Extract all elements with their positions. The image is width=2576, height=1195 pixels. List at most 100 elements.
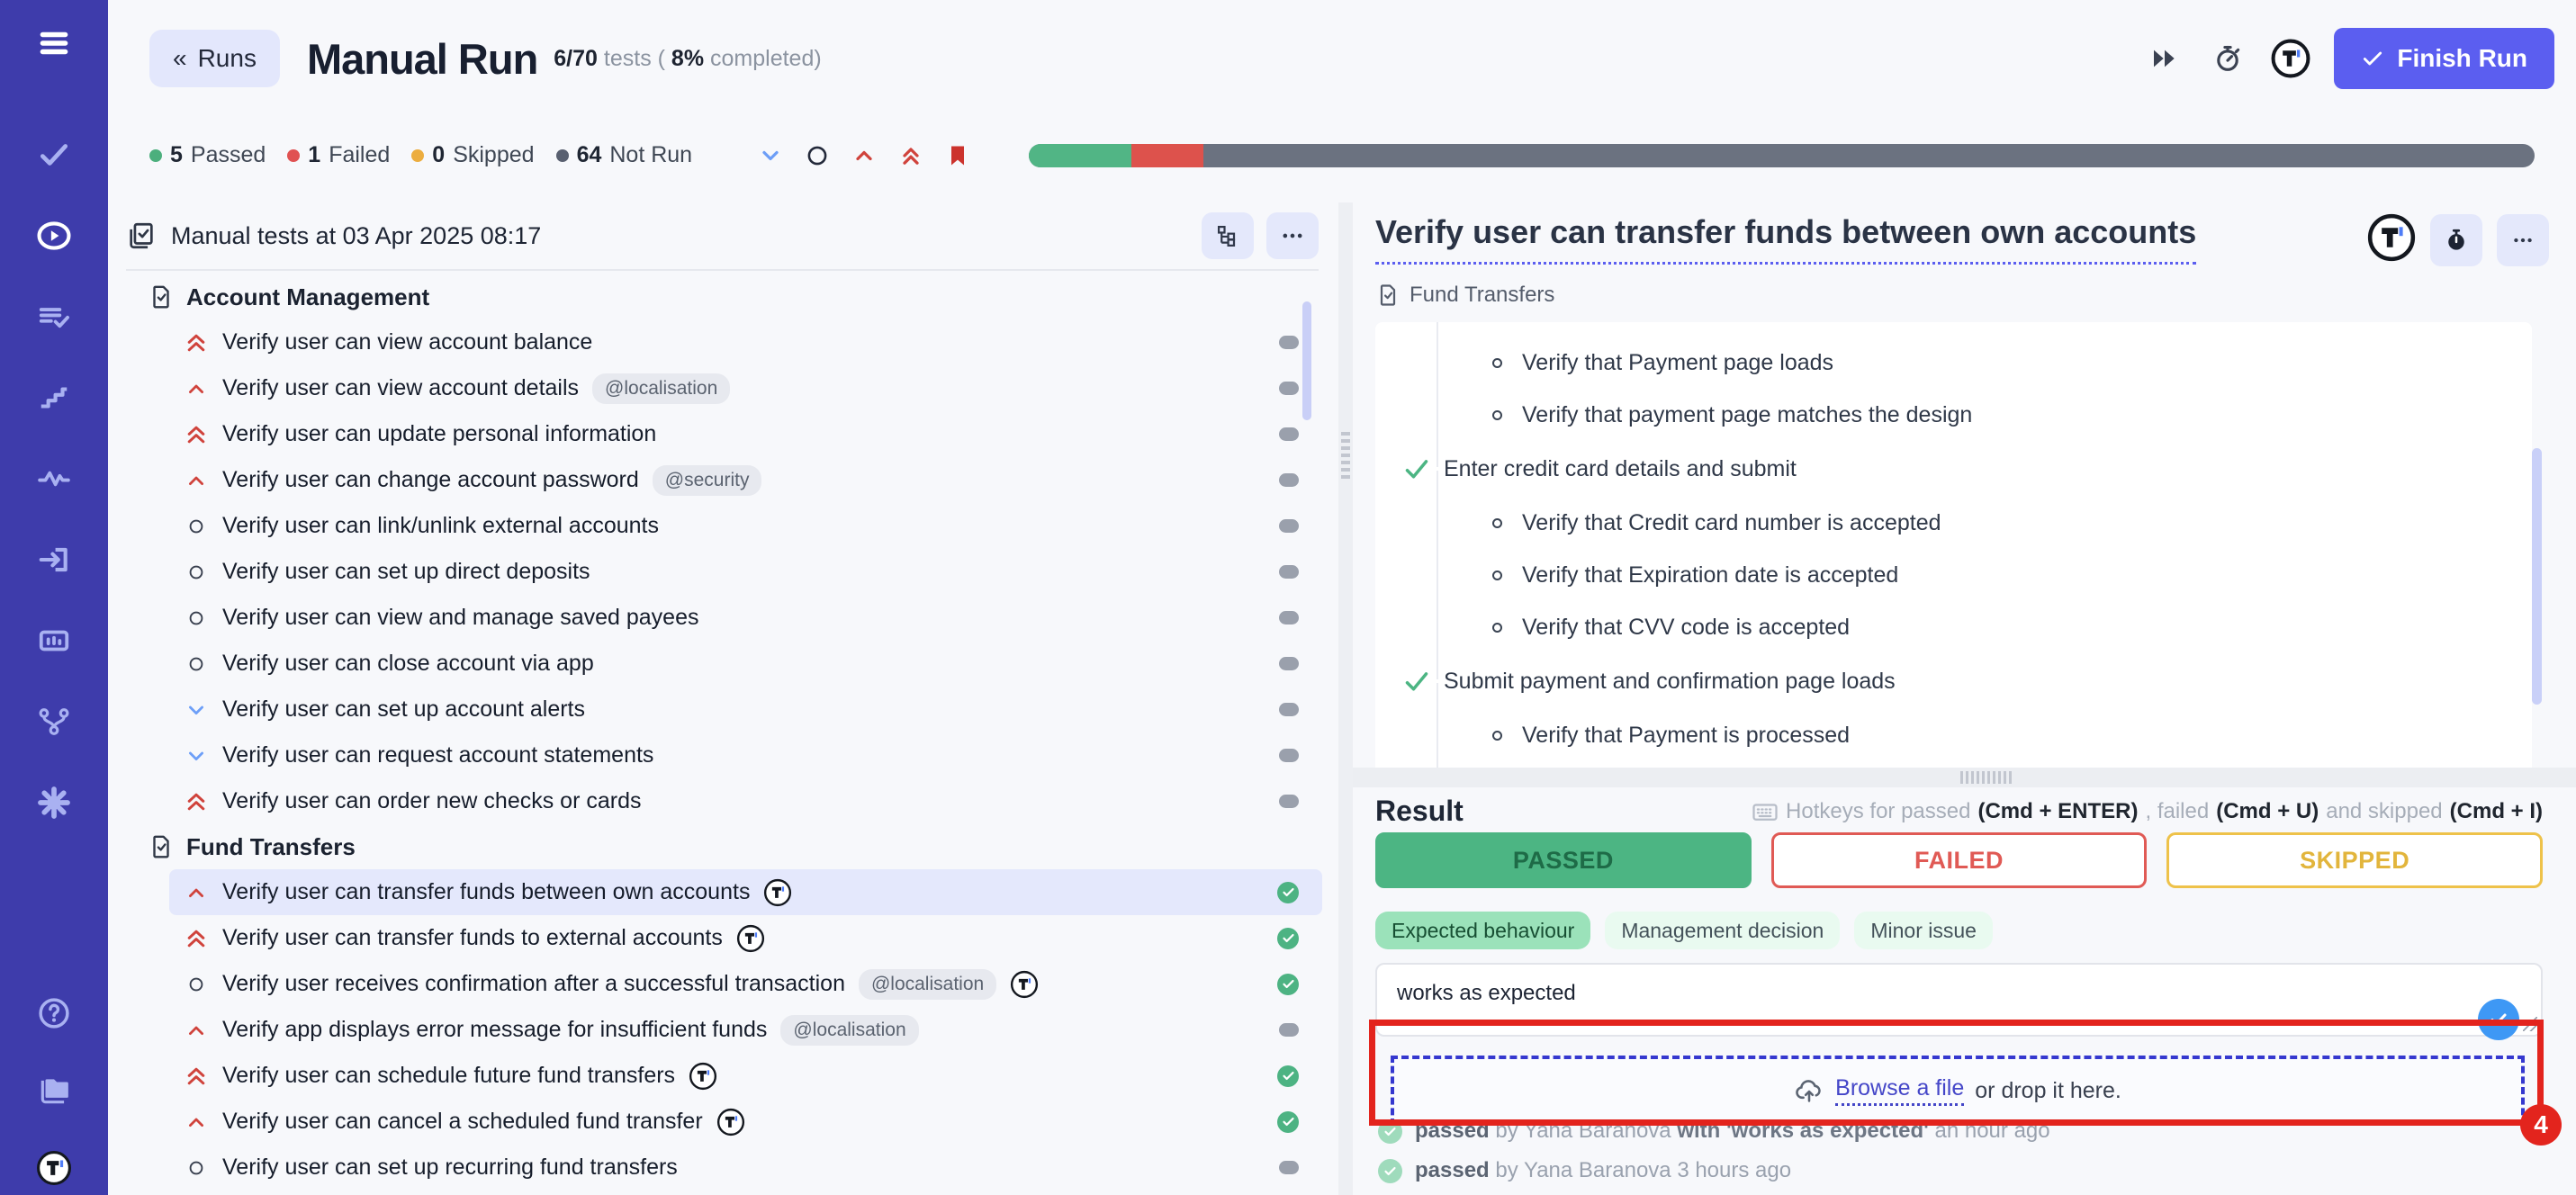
suite-section-row[interactable]: Fund Transfers [126,824,1338,869]
test-row[interactable]: Verify user can view and manage saved pa… [169,595,1322,641]
finish-run-button[interactable]: Finish Run [2334,28,2554,89]
test-row[interactable]: Verify user can close account via app [169,641,1322,687]
reports-icon[interactable] [34,621,74,660]
test-row[interactable]: Verify user can schedule future fund tra… [169,1053,1322,1099]
test-status-icon [1277,928,1299,949]
back-to-runs-button[interactable]: « Runs [149,30,280,87]
test-status-icon [1279,795,1299,808]
panel-divider-handle[interactable] [1341,432,1350,482]
substep-bullet-icon [1492,623,1502,633]
step-row[interactable]: Verify that Expiration date is accepted [1375,549,2532,601]
test-row[interactable]: Verify user can transfer funds to extern… [169,915,1322,961]
testomat-logo[interactable] [34,1148,74,1188]
bookmark-filter-icon[interactable] [944,142,971,169]
test-row[interactable]: Verify user can view account details @lo… [169,365,1322,411]
suite-section-row[interactable]: Account Management [126,274,1338,319]
step-row[interactable]: Verify that Payment is processed [1375,709,2532,761]
pulse-icon[interactable] [34,459,74,499]
detail-suite-breadcrumb[interactable]: Fund Transfers [1375,283,2576,308]
substep-bullet-icon [1492,518,1502,528]
steps-card: Verify that Payment page loads Verify th… [1375,322,2532,777]
testomat-header-logo[interactable] [2271,39,2310,78]
comment-chip[interactable]: Management decision [1605,912,1840,949]
test-row[interactable]: Verify user can change account password … [169,457,1322,503]
tree-icon [1215,223,1240,248]
priority-normal-icon [187,655,205,673]
settings-gear-icon[interactable] [34,783,74,822]
submit-comment-button[interactable] [2478,999,2519,1040]
skipped-button[interactable]: SKIPPED [2166,832,2543,888]
step-row[interactable]: Verify that Payment page loads [1375,337,2532,389]
test-row[interactable]: Verify user can set up recurring fund tr… [169,1145,1322,1191]
test-title: Verify user can transfer funds between o… [222,879,750,905]
priority-normal-icon [187,975,205,993]
comment-chip[interactable]: Expected behaviour [1375,912,1590,949]
status-count-item: 0 Skipped [411,142,534,168]
priority-normal-icon [187,1159,205,1177]
step-row[interactable]: Verify that Credit card number is accept… [1375,497,2532,549]
comment-box[interactable]: works as expected [1375,963,2543,1037]
priority-highest-icon [185,331,208,355]
test-row[interactable]: Verify user receives confirmation after … [169,961,1322,1007]
tests-check-icon[interactable] [34,135,74,175]
test-row[interactable]: Verify user can view account balance [169,319,1322,365]
test-title: Verify user can update personal informat… [222,421,656,447]
check-icon [2361,47,2384,70]
fast-forward-icon[interactable] [2145,39,2184,78]
circle-filter-icon[interactable] [804,142,831,169]
test-row[interactable]: Verify user can update personal informat… [169,411,1322,457]
quick-comment-chips: Expected behaviour Management decision M… [1375,912,1993,949]
stopwatch-icon[interactable] [2208,39,2247,78]
import-icon[interactable] [34,540,74,580]
file-dropzone[interactable]: Browse a file or drop it here. [1391,1056,2525,1126]
check-icon [1282,977,1295,991]
help-icon[interactable] [34,993,74,1033]
step-row[interactable]: Verify that CVV code is accepted [1375,601,2532,653]
timer-button[interactable] [2430,214,2482,266]
priority-low-icon [185,699,207,721]
resize-strip[interactable] [1353,768,2576,787]
test-list-scrollbar[interactable] [1302,301,1311,420]
test-row[interactable]: Verify user can order new checks or card… [169,778,1322,824]
chevron-up-filter-icon[interactable] [851,142,878,169]
step-row[interactable]: Verify that payment page matches the des… [1375,389,2532,441]
test-plans-icon[interactable] [34,297,74,337]
history-passed-icon [1378,1119,1402,1144]
projects-folder-icon[interactable] [34,1071,74,1110]
double-chevron-up-filter-icon[interactable] [897,142,924,169]
chevron-down-filter-icon[interactable] [757,142,784,169]
menu-icon[interactable] [34,23,74,63]
test-list-panel: Manual tests at 03 Apr 2025 08:17 [108,202,1338,1195]
passed-button[interactable]: PASSED [1375,832,1752,888]
result-history: passed by Yana Baranova with 'works as e… [1378,1119,2050,1183]
resize-corner-icon[interactable] [2523,1017,2537,1031]
step-row[interactable]: Enter credit card details and submit [1375,441,2532,497]
status-dot [556,149,569,162]
comment-chip[interactable]: Minor issue [1854,912,1993,949]
test-row[interactable]: Verify user can request account statemen… [169,732,1322,778]
test-row[interactable]: Verify user can set up account alerts [169,687,1322,732]
browse-file-link[interactable]: Browse a file [1835,1075,1964,1106]
runs-play-icon[interactable] [34,216,74,256]
status-counts: 5 Passed 1 Failed 0 Skipped [149,142,692,168]
test-row[interactable]: Verify user can transfer funds between o… [169,869,1322,915]
history-row: passed by Yana Baranova 3 hours ago [1378,1158,2050,1183]
automated-test-icon[interactable] [2367,213,2416,266]
step-row[interactable]: Submit payment and confirmation page loa… [1375,653,2532,709]
failed-button[interactable]: FAILED [1771,832,2148,888]
test-row[interactable]: Verify user can cancel a scheduled fund … [169,1099,1322,1145]
step-passed-check-icon [1404,456,1429,481]
more-options-button[interactable] [1266,212,1319,259]
steps-icon[interactable] [34,378,74,418]
test-row[interactable]: Verify app displays error message for in… [169,1007,1322,1053]
detail-test-title[interactable]: Verify user can transfer funds between o… [1375,213,2196,265]
branches-icon[interactable] [34,702,74,741]
tree-view-button[interactable] [1202,212,1254,259]
panel-divider[interactable] [1338,202,1353,1195]
priority-normal-icon [187,609,205,627]
steps-scrollbar[interactable] [2532,448,2542,705]
test-row[interactable]: Verify user can link/unlink external acc… [169,503,1322,549]
detail-more-button[interactable] [2497,214,2549,266]
resize-handle[interactable] [1960,771,2013,784]
test-row[interactable]: Verify user can set up direct deposits [169,549,1322,595]
